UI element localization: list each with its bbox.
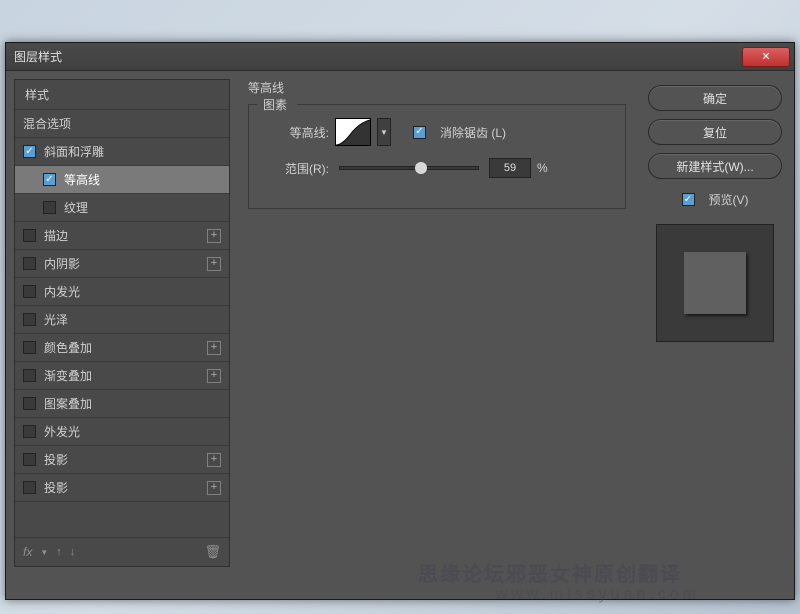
preview-row: 预览(V) bbox=[682, 191, 749, 208]
range-slider[interactable] bbox=[339, 166, 479, 170]
style-footer: fx ▼ ↑ ↓ 🗑 bbox=[15, 537, 229, 566]
style-item-10[interactable]: 外发光 bbox=[15, 418, 229, 446]
style-label: 颜色叠加 bbox=[44, 339, 92, 356]
style-checkbox[interactable] bbox=[23, 425, 36, 438]
style-item-6[interactable]: 光泽 bbox=[15, 306, 229, 334]
style-item-9[interactable]: 图案叠加 bbox=[15, 390, 229, 418]
add-effect-icon[interactable]: + bbox=[207, 369, 221, 383]
style-checkbox[interactable] bbox=[23, 257, 36, 270]
style-label: 投影 bbox=[44, 479, 68, 496]
move-down-icon[interactable]: ↓ bbox=[70, 546, 76, 558]
range-input[interactable] bbox=[489, 158, 531, 178]
add-effect-icon[interactable]: + bbox=[207, 453, 221, 467]
style-checkbox[interactable] bbox=[23, 313, 36, 326]
style-item-7[interactable]: 颜色叠加 + bbox=[15, 334, 229, 362]
style-item-5[interactable]: 内发光 bbox=[15, 278, 229, 306]
titlebar[interactable]: 图层样式 ✕ bbox=[6, 43, 794, 71]
style-item-2[interactable]: 纹理 bbox=[15, 194, 229, 222]
add-effect-icon[interactable]: + bbox=[207, 481, 221, 495]
add-effect-icon[interactable]: + bbox=[207, 341, 221, 355]
style-item-11[interactable]: 投影 + bbox=[15, 446, 229, 474]
layer-style-dialog: 图层样式 ✕ 样式 混合选项 斜面和浮雕等高线纹理描边+内阴影+内发光光泽颜色叠… bbox=[5, 42, 795, 600]
add-effect-icon[interactable]: + bbox=[207, 229, 221, 243]
range-label: 范围(R): bbox=[259, 160, 329, 177]
move-up-icon[interactable]: ↑ bbox=[56, 546, 62, 558]
style-label: 描边 bbox=[44, 227, 68, 244]
fieldset-label: 图素 bbox=[259, 96, 291, 113]
range-row: 范围(R): % bbox=[259, 158, 615, 178]
style-checkbox[interactable] bbox=[23, 229, 36, 242]
style-item-1[interactable]: 等高线 bbox=[15, 166, 229, 194]
style-label: 内发光 bbox=[44, 283, 80, 300]
contour-picker[interactable] bbox=[335, 118, 371, 146]
blending-label: 混合选项 bbox=[23, 115, 71, 132]
window-title: 图层样式 bbox=[14, 48, 62, 65]
style-checkbox[interactable] bbox=[23, 341, 36, 354]
style-list: 样式 混合选项 斜面和浮雕等高线纹理描边 + 内阴影 + 内发光光泽颜色叠加 + 渐变叠加 +… bbox=[14, 79, 230, 567]
ok-button[interactable]: 确定 bbox=[648, 85, 782, 111]
style-label: 图案叠加 bbox=[44, 395, 92, 412]
style-checkbox[interactable] bbox=[23, 481, 36, 494]
right-panel: 确定 复位 新建样式(W)... 预览(V) bbox=[636, 71, 794, 599]
style-label: 内阴影 bbox=[44, 255, 80, 272]
style-checkbox[interactable] bbox=[23, 369, 36, 382]
panel-title: 等高线 bbox=[248, 79, 626, 96]
style-item-0[interactable]: 斜面和浮雕 bbox=[15, 138, 229, 166]
preview-box bbox=[656, 224, 774, 342]
close-icon: ✕ bbox=[761, 50, 770, 63]
spacer bbox=[15, 502, 229, 537]
add-effect-icon[interactable]: + bbox=[207, 257, 221, 271]
sidebar: 样式 混合选项 斜面和浮雕等高线纹理描边 + 内阴影 + 内发光光泽颜色叠加 + 渐变叠加 +… bbox=[6, 71, 238, 599]
style-checkbox[interactable] bbox=[23, 397, 36, 410]
style-checkbox[interactable] bbox=[43, 173, 56, 186]
style-label: 纹理 bbox=[64, 199, 88, 216]
style-item-3[interactable]: 描边 + bbox=[15, 222, 229, 250]
style-label: 斜面和浮雕 bbox=[44, 143, 104, 160]
antialias-label: 消除锯齿 (L) bbox=[440, 124, 506, 141]
style-item-12[interactable]: 投影 + bbox=[15, 474, 229, 502]
style-item-4[interactable]: 内阴影 + bbox=[15, 250, 229, 278]
dialog-content: 样式 混合选项 斜面和浮雕等高线纹理描边+内阴影+内发光光泽颜色叠加+渐变叠加+… bbox=[6, 71, 794, 599]
blending-options-row[interactable]: 混合选项 bbox=[15, 110, 229, 138]
slider-thumb[interactable] bbox=[415, 162, 427, 174]
preview-checkbox[interactable] bbox=[682, 193, 695, 206]
contour-dropdown[interactable]: ▼ bbox=[377, 118, 391, 146]
new-style-button[interactable]: 新建样式(W)... bbox=[648, 153, 782, 179]
style-checkbox[interactable] bbox=[23, 285, 36, 298]
style-label: 渐变叠加 bbox=[44, 367, 92, 384]
elements-fieldset: 图素 等高线: ▼ 消除锯齿 (L) bbox=[248, 104, 626, 209]
style-checkbox[interactable] bbox=[43, 201, 56, 214]
style-label: 光泽 bbox=[44, 311, 68, 328]
contour-label: 等高线: bbox=[259, 124, 329, 141]
style-label: 等高线 bbox=[64, 171, 100, 188]
reset-button[interactable]: 复位 bbox=[648, 119, 782, 145]
style-label: 投影 bbox=[44, 451, 68, 468]
chevron-down-icon[interactable]: ▼ bbox=[40, 548, 48, 557]
preview-label: 预览(V) bbox=[709, 191, 749, 208]
style-item-8[interactable]: 渐变叠加 + bbox=[15, 362, 229, 390]
contour-row: 等高线: ▼ 消除锯齿 (L) bbox=[259, 118, 615, 146]
style-label: 外发光 bbox=[44, 423, 80, 440]
trash-icon[interactable]: 🗑 bbox=[204, 544, 221, 560]
style-checkbox[interactable] bbox=[23, 145, 36, 158]
fx-menu[interactable]: fx bbox=[23, 545, 32, 559]
style-checkbox[interactable] bbox=[23, 453, 36, 466]
chevron-down-icon: ▼ bbox=[380, 128, 388, 137]
main-panel: 等高线 图素 等高线: ▼ 消除锯齿 (L) bbox=[238, 71, 636, 599]
close-button[interactable]: ✕ bbox=[742, 47, 790, 67]
preview-swatch bbox=[684, 252, 746, 314]
antialias-checkbox[interactable] bbox=[413, 126, 426, 139]
range-unit: % bbox=[537, 161, 548, 175]
styles-header[interactable]: 样式 bbox=[15, 80, 229, 110]
